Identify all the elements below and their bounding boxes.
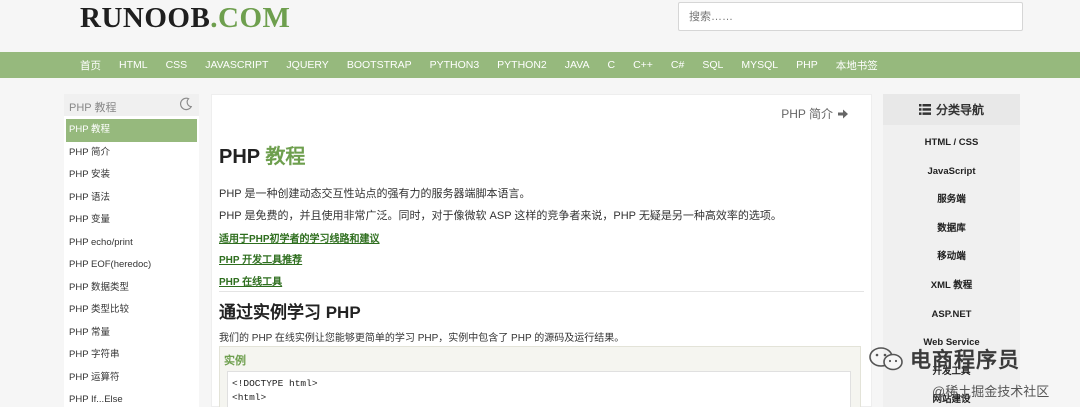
nav-item-c[interactable]: C (598, 59, 624, 71)
watermark-subtext: @稀土掘金技术社区 (932, 384, 1050, 399)
watermark-text: 电商程序员 (910, 349, 1020, 372)
watermark-brand: 电商程序员 (868, 344, 1020, 374)
section-title: 通过实例学习 PHP (219, 303, 361, 322)
category-item[interactable]: HTML / CSS (883, 129, 1020, 158)
nav-item-home[interactable]: 首页 (70, 58, 110, 73)
category-item[interactable]: 服务端 (883, 186, 1020, 215)
sidebar-title: PHP 教程 (64, 94, 199, 116)
nav-item-sql[interactable]: SQL (693, 59, 732, 71)
sidebar-item[interactable]: PHP EOF(heredoc) (64, 254, 199, 277)
category-item[interactable]: 移动端 (883, 243, 1020, 272)
category-item[interactable]: XML 教程 (883, 272, 1020, 301)
arrow-right-icon (838, 109, 848, 118)
nav-item-mysql[interactable]: MYSQL (732, 59, 787, 71)
nav-item-php[interactable]: PHP (787, 59, 827, 71)
next-page-label: PHP 简介 (781, 107, 833, 121)
sidebar-item[interactable]: PHP 变量 (64, 209, 199, 232)
beginner-guide-link[interactable]: 适用于PHP初学者的学习线路和建议 (219, 230, 380, 245)
online-tools-link[interactable]: PHP 在线工具 (219, 273, 282, 288)
category-nav-header: 分类导航 (883, 94, 1020, 125)
search-input[interactable] (678, 2, 1023, 31)
page-title-prefix: PHP (219, 146, 260, 168)
intro-paragraph-1: PHP 是一种创建动态交互性站点的强有力的服务器端脚本语言。 (219, 188, 531, 200)
nav-item-bootstrap[interactable]: BOOTSTRAP (338, 59, 421, 71)
code-line: <!DOCTYPE html> (232, 378, 318, 389)
left-sidebar: PHP 教程 PHP 教程 PHP 简介 PHP 安装 PHP 语法 PHP 变… (64, 94, 199, 407)
page-title-accent: 教程 (265, 146, 306, 168)
sidebar-item[interactable]: PHP If...Else (64, 389, 199, 407)
code-line: <html> (232, 392, 267, 403)
list-icon (918, 104, 931, 115)
category-item[interactable]: 数据库 (883, 215, 1020, 244)
wechat-icon (869, 347, 903, 371)
site-header: RUNOOB.COM (0, 0, 1080, 52)
logo-text: RUNOOB (80, 2, 211, 34)
dev-tools-link[interactable]: PHP 开发工具推荐 (219, 251, 302, 266)
category-nav-title: 分类导航 (935, 103, 984, 117)
example-box: 实例 <!DOCTYPE html> <html> (219, 346, 861, 407)
sidebar-item[interactable]: PHP 数据类型 (64, 277, 199, 300)
nav-item-bookmarks[interactable]: 本地书签 (827, 58, 887, 73)
site-logo[interactable]: RUNOOB.COM (80, 2, 290, 35)
code-block[interactable]: <!DOCTYPE html> <html> (227, 371, 851, 407)
nav-item-python3[interactable]: PYTHON3 (421, 59, 489, 71)
nav-item-csharp[interactable]: C# (662, 59, 693, 71)
nav-item-css[interactable]: CSS (157, 59, 197, 71)
top-nav: 首页 HTML CSS JAVASCRIPT JQUERY BOOTSTRAP … (0, 52, 1080, 78)
sidebar-item[interactable]: PHP 语法 (64, 187, 199, 210)
nav-item-javascript[interactable]: JAVASCRIPT (196, 59, 277, 71)
example-label: 实例 (224, 355, 246, 367)
sidebar-item[interactable]: PHP 运算符 (64, 367, 199, 390)
main-content: PHP 简介 PHP 教程 PHP 是一种创建动态交互性站点的强有力的服务器端脚… (211, 94, 872, 407)
sidebar-item[interactable]: PHP 常量 (64, 322, 199, 345)
sidebar-item[interactable]: PHP echo/print (64, 232, 199, 255)
sidebar-item[interactable]: PHP 字符串 (64, 344, 199, 367)
intro-paragraph-2: PHP 是免费的，并且使用非常广泛。同时，对于像微软 ASP 这样的竞争者来说，… (219, 210, 782, 222)
page-title: PHP 教程 (219, 140, 305, 169)
logo-com-text: .COM (210, 2, 291, 34)
nav-item-cpp[interactable]: C++ (624, 59, 662, 71)
divider (219, 291, 864, 292)
sidebar-item[interactable]: PHP 类型比较 (64, 299, 199, 322)
sidebar-item[interactable]: PHP 简介 (64, 142, 199, 165)
section-paragraph: 我们的 PHP 在线实例让您能够更简单的学习 PHP，实例中包含了 PHP 的源… (219, 333, 625, 344)
next-page-link[interactable]: PHP 简介 (781, 105, 849, 122)
sidebar-item[interactable]: PHP 安装 (64, 164, 199, 187)
nav-item-java[interactable]: JAVA (556, 59, 599, 71)
category-item[interactable]: ASP.NET (883, 301, 1020, 330)
nav-item-html[interactable]: HTML (110, 59, 157, 71)
nav-item-jquery[interactable]: JQUERY (277, 59, 337, 71)
moon-icon[interactable] (179, 97, 193, 111)
sidebar-title-text: PHP 教程 (69, 102, 117, 114)
category-item[interactable]: JavaScript (883, 158, 1020, 187)
nav-item-python2[interactable]: PYTHON2 (488, 59, 556, 71)
sidebar-item[interactable]: PHP 教程 (66, 119, 197, 142)
